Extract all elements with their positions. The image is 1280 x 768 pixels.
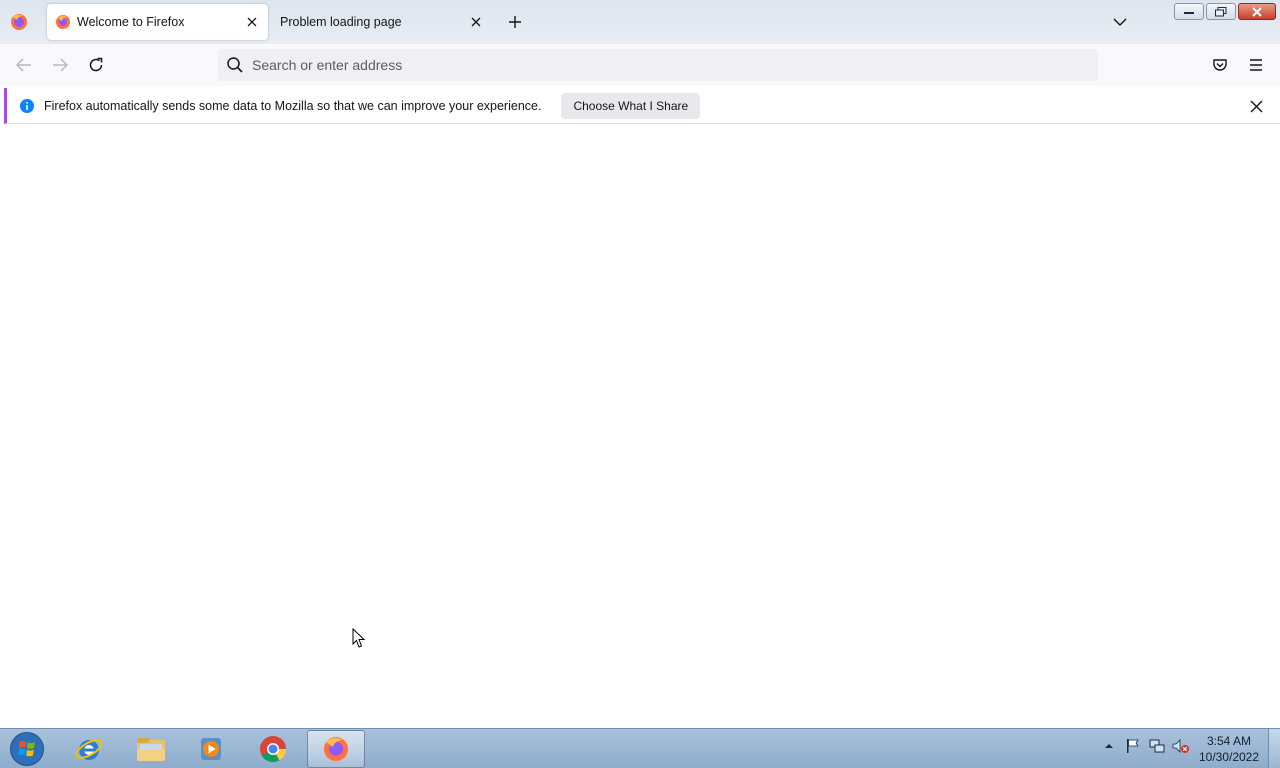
mouse-pointer-icon	[352, 627, 366, 652]
pocket-icon[interactable]	[1206, 52, 1234, 78]
tab-label: Welcome to Firefox	[77, 15, 185, 29]
network-icon[interactable]	[1148, 737, 1166, 755]
start-button[interactable]	[4, 730, 50, 768]
page-content-area[interactable]	[0, 125, 1280, 728]
file-explorer-taskbar-icon[interactable]	[122, 730, 180, 768]
windows-taskbar: 3:54 AM 10/30/2022	[0, 728, 1280, 768]
tab-problem-loading[interactable]: Problem loading page	[270, 4, 492, 40]
close-window-button[interactable]	[1238, 3, 1276, 20]
choose-what-i-share-button[interactable]: Choose What I Share	[561, 92, 701, 119]
info-icon	[19, 98, 35, 114]
firefox-favicon-icon	[55, 14, 71, 30]
media-player-taskbar-icon[interactable]	[182, 730, 240, 768]
window-controls	[1174, 3, 1276, 20]
notification-message: Firefox automatically sends some data to…	[44, 98, 542, 113]
new-tab-plus-icon[interactable]	[504, 11, 526, 33]
action-center-flag-icon[interactable]	[1124, 737, 1142, 755]
url-input[interactable]	[252, 57, 1052, 73]
hamburger-menu-icon[interactable]	[1242, 52, 1270, 78]
tab-welcome[interactable]: Welcome to Firefox	[47, 4, 268, 40]
tab-label: Problem loading page	[280, 15, 402, 29]
close-tab-icon[interactable]	[466, 12, 486, 32]
restore-button[interactable]	[1206, 3, 1236, 20]
close-notification-icon[interactable]	[1246, 96, 1266, 116]
clock-time: 3:54 AM	[1206, 734, 1252, 748]
list-all-tabs-chevron-icon[interactable]	[1108, 11, 1132, 33]
data-collection-notification-bar: Firefox automatically sends some data to…	[4, 88, 1280, 124]
minimize-button[interactable]	[1174, 3, 1204, 20]
close-tab-icon[interactable]	[242, 12, 262, 32]
search-icon	[226, 56, 244, 74]
forward-arrow-icon[interactable]	[46, 52, 74, 78]
tab-strip: Welcome to Firefox Problem loading page	[0, 0, 1280, 44]
firefox-menu-icon[interactable]	[8, 11, 30, 33]
navigation-toolbar	[0, 44, 1280, 86]
reload-icon[interactable]	[82, 52, 110, 78]
system-tray	[1100, 737, 1196, 755]
back-arrow-icon[interactable]	[10, 52, 38, 78]
taskbar-clock[interactable]: 3:54 AM 10/30/2022	[1196, 733, 1262, 765]
address-bar[interactable]	[218, 49, 1098, 81]
show-desktop-button[interactable]	[1268, 729, 1280, 768]
show-hidden-icons-arrow-icon[interactable]	[1100, 737, 1118, 755]
chrome-taskbar-icon[interactable]	[244, 730, 302, 768]
volume-muted-icon[interactable]	[1172, 737, 1190, 755]
clock-date: 10/30/2022	[1198, 750, 1260, 764]
firefox-taskbar-icon[interactable]	[307, 730, 365, 768]
internet-explorer-taskbar-icon[interactable]	[60, 730, 118, 768]
